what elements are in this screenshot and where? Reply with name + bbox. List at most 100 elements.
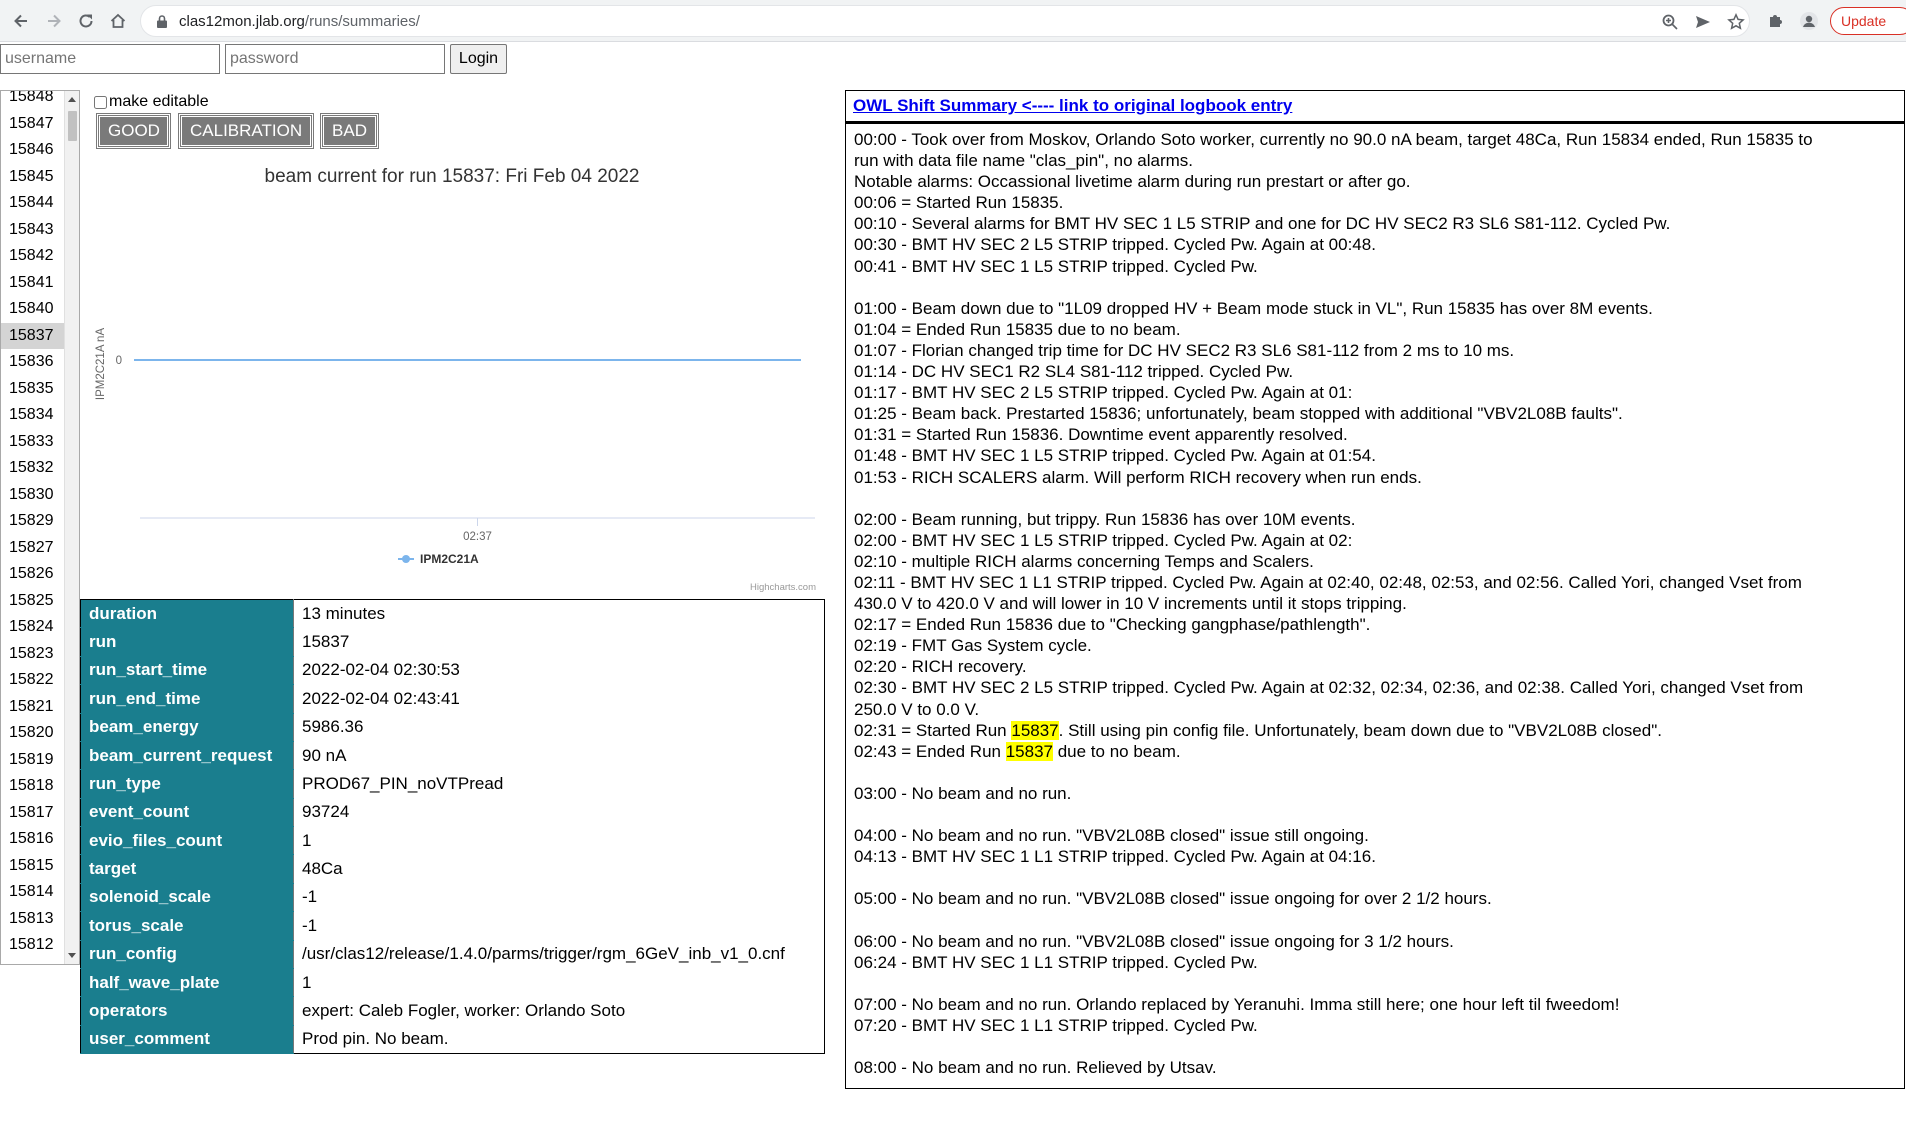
- logbook-body: 00:00 - Took over from Moskov, Orlando S…: [846, 124, 1904, 1078]
- scroll-thumb[interactable]: [68, 111, 77, 141]
- run-list-item[interactable]: 15837: [1, 322, 65, 349]
- run-list-item[interactable]: 15814: [1, 879, 65, 906]
- send-icon[interactable]: [1694, 13, 1712, 31]
- make-editable-checkbox[interactable]: [94, 95, 107, 109]
- run-list-item[interactable]: 15812: [1, 932, 65, 959]
- lock-icon[interactable]: [155, 14, 169, 29]
- log-line: 02:30 - BMT HV SEC 2 L5 STRIP tripped. C…: [854, 678, 1804, 698]
- run-info-value: 48Ca: [293, 854, 825, 884]
- log-line: run with data file name "clas_pin", no a…: [854, 151, 1194, 171]
- log-line: 02:00 - BMT HV SEC 1 L5 STRIP tripped. C…: [854, 530, 1353, 550]
- password-input[interactable]: [225, 44, 445, 74]
- log-line: 02:43 = Ended Run 15837 due to no beam.: [854, 741, 1181, 761]
- run-list-item[interactable]: 15825: [1, 588, 65, 615]
- run-list-item[interactable]: 15827: [1, 535, 65, 562]
- run-list-item[interactable]: 15846: [1, 137, 65, 164]
- log-line: 01:00 - Beam down due to "1L09 dropped H…: [854, 298, 1653, 318]
- zoom-icon[interactable]: [1661, 13, 1679, 31]
- make-editable-label: make editable: [109, 93, 209, 110]
- run-list-item[interactable]: 15834: [1, 402, 65, 429]
- login-button[interactable]: Login: [450, 44, 507, 74]
- run-info-row: beam_current_request 90 nA: [80, 741, 825, 771]
- run-list-item[interactable]: 15841: [1, 270, 65, 297]
- chart-credits[interactable]: Highcharts.com: [750, 582, 816, 593]
- run-list-item[interactable]: 15836: [1, 349, 65, 376]
- forward-arrow-icon[interactable]: [40, 7, 68, 35]
- run-list-item[interactable]: 15819: [1, 747, 65, 774]
- profile-avatar-icon[interactable]: [1799, 11, 1819, 31]
- run-info-row: torus_scale -1: [80, 911, 825, 941]
- browser-toolbar: clas12mon.jlab.org/runs/summaries/ Updat…: [0, 0, 1906, 42]
- run-list-item[interactable]: 15822: [1, 667, 65, 694]
- run-list-item[interactable]: 15811: [1, 959, 65, 965]
- run-info-key: run_end_time: [80, 684, 294, 714]
- run-info-key: run_config: [80, 940, 294, 969]
- run-list-item[interactable]: 15815: [1, 853, 65, 880]
- run-list-item[interactable]: 15823: [1, 641, 65, 668]
- run-list-item[interactable]: 15821: [1, 694, 65, 721]
- scroll-down-arrow-icon[interactable]: [68, 953, 76, 958]
- run-list-item[interactable]: 15817: [1, 800, 65, 827]
- run-info-value: 93724: [293, 798, 825, 827]
- extensions-puzzle-icon[interactable]: [1766, 11, 1786, 31]
- run-list-item[interactable]: 15843: [1, 217, 65, 244]
- username-input[interactable]: [0, 44, 220, 74]
- log-line: 00:00 - Took over from Moskov, Orlando S…: [854, 130, 1813, 149]
- run-list[interactable]: 15848 15847 15846 15845 15844 15843 15842 15841…: [0, 90, 80, 965]
- run-list-item[interactable]: 15835: [1, 376, 65, 403]
- run-list-item[interactable]: 15824: [1, 614, 65, 641]
- run-list-item[interactable]: 15820: [1, 720, 65, 747]
- original-logbook-link[interactable]: OWL Shift Summary <---- link to original…: [853, 96, 1292, 115]
- run-list-item[interactable]: 15847: [1, 111, 65, 138]
- run-info-key: run_type: [80, 769, 294, 799]
- log-line: 03:00 - No beam and no run.: [854, 783, 1072, 803]
- run-info-row: user_comment Prod pin. No beam.: [80, 1025, 825, 1055]
- log-line: 430.0 V to 420.0 V and will lower in 10 …: [854, 594, 1407, 614]
- highlighted-run-number: 15837: [1005, 741, 1053, 761]
- logbook-panel: OWL Shift Summary <---- link to original…: [845, 90, 1905, 1089]
- log-line: 00:30 - BMT HV SEC 2 L5 STRIP tripped. C…: [854, 235, 1376, 255]
- run-list-item[interactable]: 15813: [1, 906, 65, 933]
- run-list-item[interactable]: 15816: [1, 826, 65, 853]
- run-list-item[interactable]: 15832: [1, 455, 65, 482]
- run-list-item[interactable]: 15829: [1, 508, 65, 535]
- highlighted-run-number: 15837: [1011, 720, 1059, 740]
- run-list-item[interactable]: 15848: [1, 91, 65, 111]
- back-arrow-icon[interactable]: [7, 7, 35, 35]
- url-text[interactable]: clas12mon.jlab.org/runs/summaries/: [179, 13, 420, 30]
- home-icon[interactable]: [104, 7, 132, 35]
- run-list-item[interactable]: 15830: [1, 482, 65, 509]
- run-list-item[interactable]: 15833: [1, 429, 65, 456]
- run-list-item[interactable]: 15844: [1, 190, 65, 217]
- log-line: 01:53 - RICH SCALERS alarm. Will perform…: [854, 467, 1422, 487]
- good-button[interactable]: GOOD: [96, 113, 171, 149]
- run-list-item[interactable]: 15842: [1, 243, 65, 270]
- run-info-value: 1: [293, 968, 825, 997]
- calibration-button[interactable]: CALIBRATION: [178, 113, 314, 149]
- run-list-item[interactable]: 15840: [1, 296, 65, 323]
- make-editable-toggle[interactable]: make editable: [94, 93, 209, 111]
- bookmark-star-icon[interactable]: [1727, 13, 1745, 31]
- chart-y-tick-label: 0: [116, 355, 122, 367]
- log-line: 02:10 - multiple RICH alarms concerning …: [854, 551, 1314, 571]
- run-info-key: solenoid_scale: [80, 883, 294, 913]
- log-line: 02:00 - Beam running, but trippy. Run 15…: [854, 509, 1356, 529]
- address-bar[interactable]: clas12mon.jlab.org/runs/summaries/: [140, 5, 1750, 37]
- run-info-row: run_type PROD67_PIN_noVTPread: [80, 769, 825, 799]
- run-info-value: 2022-02-04 02:30:53: [293, 656, 825, 685]
- run-list-item[interactable]: 15818: [1, 773, 65, 800]
- log-line: 06:00 - No beam and no run. "VBV2L08B cl…: [854, 931, 1454, 951]
- run-info-row: duration 13 minutes: [80, 599, 825, 629]
- bad-button[interactable]: BAD: [320, 113, 379, 149]
- reload-icon[interactable]: [72, 7, 100, 35]
- run-info-row: beam_energy 5986.36: [80, 713, 825, 742]
- run-list-scrollbar[interactable]: [64, 91, 79, 964]
- run-list-item[interactable]: 15826: [1, 561, 65, 588]
- update-button[interactable]: Update: [1830, 7, 1906, 35]
- scroll-up-arrow-icon[interactable]: [68, 97, 76, 102]
- run-list-item[interactable]: 15845: [1, 164, 65, 191]
- run-info-table: duration 13 minutes run 15837 run_start_time…: [80, 599, 825, 1055]
- run-info-value: 1: [293, 826, 825, 855]
